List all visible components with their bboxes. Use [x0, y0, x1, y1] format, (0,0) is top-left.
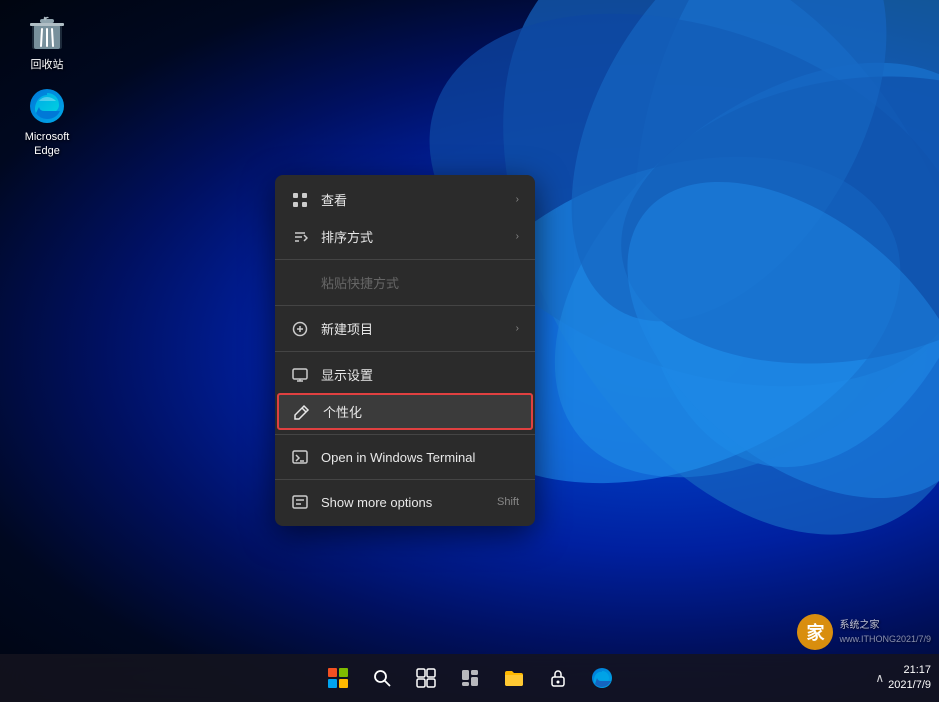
edge-icon-desktop[interactable]: Microsoft Edge — [12, 82, 82, 163]
edge-taskbar-button[interactable] — [582, 658, 622, 698]
menu-item-paste-shortcut: 粘贴快捷方式 — [275, 264, 535, 301]
menu-item-terminal[interactable]: Open in Windows Terminal — [275, 439, 535, 475]
edge-icon-image — [27, 86, 67, 126]
terminal-icon — [291, 448, 309, 466]
task-view-button[interactable] — [406, 658, 446, 698]
paste-shortcut-label: 粘贴快捷方式 — [321, 273, 519, 292]
watermark-text: 系统之家 www.ITHONG2021/7/9 — [839, 619, 931, 646]
recycle-bin-image — [27, 14, 67, 54]
recycle-bin-label: 回收站 — [31, 58, 64, 72]
file-explorer-button[interactable] — [494, 658, 534, 698]
start-button[interactable] — [318, 658, 358, 698]
sort-arrow: › — [516, 231, 519, 242]
system-tray-icons: ∧ — [875, 671, 884, 685]
separator-2 — [275, 305, 535, 306]
new-icon — [291, 320, 309, 338]
separator-1 — [275, 259, 535, 260]
display-icon — [291, 366, 309, 384]
date: 2021/7/9 — [888, 678, 931, 693]
desktop: 回收站 Microsoft E — [0, 0, 939, 702]
menu-item-more-options[interactable]: Show more options Shift — [275, 484, 535, 520]
menu-item-view[interactable]: 查看 › — [275, 181, 535, 218]
watermark-site: 系统之家 — [839, 619, 931, 633]
more-options-shortcut: Shift — [497, 496, 519, 508]
view-icon — [291, 191, 309, 209]
watermark: 家 系统之家 www.ITHONG2021/7/9 — [797, 614, 931, 650]
more-options-icon — [291, 493, 309, 511]
edge-label: Microsoft Edge — [16, 130, 78, 159]
terminal-label: Open in Windows Terminal — [321, 450, 519, 465]
system-tray: ∧ 21:17 2021/7/9 — [875, 663, 931, 694]
watermark-url: www.ITHONG2021/7/9 — [839, 633, 931, 646]
separator-3 — [275, 351, 535, 352]
paste-icon — [291, 274, 309, 292]
watermark-logo: 家 — [797, 614, 833, 650]
recycle-bin-icon[interactable]: 回收站 — [12, 10, 82, 76]
widgets-button[interactable] — [450, 658, 490, 698]
sort-icon — [291, 228, 309, 246]
separator-5 — [275, 479, 535, 480]
new-arrow: › — [516, 323, 519, 334]
separator-4 — [275, 434, 535, 435]
time: 21:17 — [888, 663, 931, 678]
view-label: 查看 — [321, 190, 504, 209]
display-label: 显示设置 — [321, 365, 519, 384]
menu-item-sort[interactable]: 排序方式 › — [275, 218, 535, 255]
clock[interactable]: 21:17 2021/7/9 — [888, 663, 931, 694]
sort-label: 排序方式 — [321, 227, 504, 246]
context-menu: 查看 › 排序方式 › 粘贴快捷方式 新建项目 › — [275, 175, 535, 526]
menu-item-new[interactable]: 新建项目 › — [275, 310, 535, 347]
search-button[interactable] — [362, 658, 402, 698]
view-arrow: › — [516, 194, 519, 205]
taskbar-center — [318, 658, 622, 698]
menu-item-personalize[interactable]: 个性化 — [277, 393, 533, 430]
menu-item-display[interactable]: 显示设置 — [275, 356, 535, 393]
more-options-label: Show more options — [321, 495, 485, 510]
lock-button[interactable] — [538, 658, 578, 698]
personalize-icon — [293, 403, 311, 421]
taskbar: ∧ 21:17 2021/7/9 — [0, 654, 939, 702]
personalize-label: 个性化 — [323, 402, 517, 421]
new-label: 新建项目 — [321, 319, 504, 338]
